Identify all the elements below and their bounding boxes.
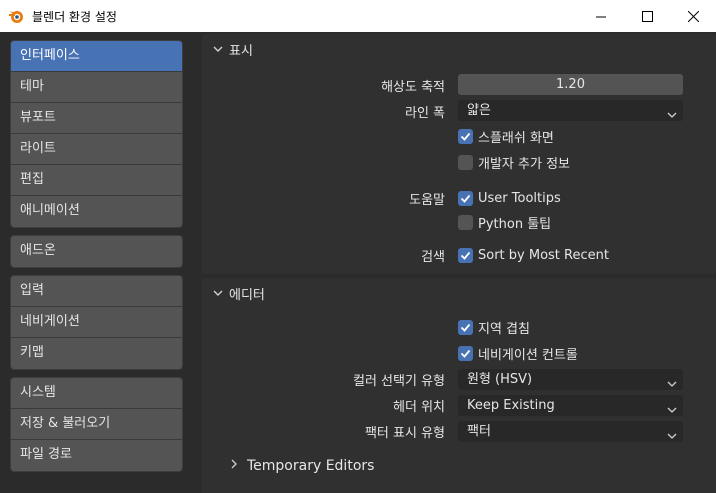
checkbox-empty-icon: [458, 214, 473, 230]
display-panel-title: 표시: [229, 44, 253, 59]
splash-screen-checkbox[interactable]: 스플래쉬 화면: [458, 127, 554, 146]
user-tooltips-checkbox[interactable]: User Tooltips: [458, 189, 561, 207]
title-bar: 블렌더 환경 설정: [0, 0, 716, 32]
sidebar-item-system[interactable]: 시스템: [11, 378, 182, 409]
color-picker-type-dropdown[interactable]: 원형 (HSV): [458, 369, 683, 390]
chevron-down-icon: [667, 375, 677, 387]
sidebar-item-file-paths[interactable]: 파일 경로: [11, 440, 182, 471]
header-position-dropdown[interactable]: Keep Existing: [458, 395, 683, 416]
navigation-controls-checkbox[interactable]: 네비게이션 컨트롤: [458, 344, 578, 363]
close-button[interactable]: [670, 0, 716, 32]
editors-panel: 에디터 지역 겹침 네비게이션 컨트롤 컬러 선택기 유형 원형 (HSV) 헤…: [202, 278, 716, 493]
factor-display-type-dropdown[interactable]: 팩터: [458, 421, 683, 442]
resolution-scale-label: 해상도 축적: [381, 80, 445, 95]
sidebar-item-lights[interactable]: 라이트: [11, 134, 182, 165]
region-overlap-label: 지역 겹침: [478, 321, 530, 337]
sidebar: 인터페이스 테마 뷰포트 라이트 편집 애니메이션 애드온 입력 네비게이션 키…: [0, 32, 200, 493]
chevron-down-icon: [667, 106, 677, 118]
chevron-right-icon: [229, 458, 239, 474]
factor-display-type-label: 팩터 표시 유형: [364, 426, 445, 441]
python-tooltips-label: Python 툴팁: [478, 216, 552, 232]
resolution-scale-field[interactable]: 1.20: [458, 74, 683, 95]
color-picker-type-label: 컬러 선택기 유형: [353, 374, 445, 389]
checkmark-icon: [458, 319, 473, 335]
sidebar-item-navigation[interactable]: 네비게이션: [11, 307, 182, 338]
sidebar-item-input[interactable]: 입력: [11, 276, 182, 307]
sort-recent-label: Sort by Most Recent: [478, 247, 609, 263]
display-panel: 표시 해상도 축적 1.20 라인 폭 얇은 스플래쉬 화면 개발자 추가 정보…: [202, 34, 716, 274]
sidebar-item-editing[interactable]: 편집: [11, 165, 182, 196]
sidebar-item-animation[interactable]: 애니메이션: [11, 196, 182, 227]
blender-logo-icon: [8, 8, 24, 24]
preferences-main: 표시 해상도 축적 1.20 라인 폭 얇은 스플래쉬 화면 개발자 추가 정보…: [200, 32, 716, 493]
checkmark-icon: [458, 128, 473, 144]
python-tooltips-checkbox[interactable]: Python 툴팁: [458, 213, 552, 232]
sidebar-item-addons[interactable]: 애드온: [11, 236, 182, 267]
display-panel-header[interactable]: 표시: [202, 34, 716, 64]
splash-screen-label: 스플래쉬 화면: [478, 130, 554, 146]
sidebar-item-interface[interactable]: 인터페이스: [11, 41, 182, 72]
region-overlap-checkbox[interactable]: 지역 겹침: [458, 318, 530, 337]
temporary-editors-label: Temporary Editors: [247, 458, 375, 474]
checkmark-icon: [458, 247, 473, 263]
search-label: 검색: [421, 250, 445, 265]
sidebar-group-input: 입력 네비게이션 키맵: [10, 275, 183, 370]
editors-panel-header[interactable]: 에디터: [202, 278, 716, 308]
window-title: 블렌더 환경 설정: [32, 10, 117, 24]
factor-display-type-value: 팩터: [467, 424, 491, 439]
checkmark-icon: [458, 345, 473, 361]
maximize-button[interactable]: [624, 0, 670, 32]
header-position-value: Keep Existing: [467, 398, 555, 413]
developer-extras-checkbox[interactable]: 개발자 추가 정보: [458, 153, 570, 172]
line-width-label: 라인 폭: [404, 106, 445, 121]
minimize-button[interactable]: [578, 0, 624, 32]
chevron-down-icon: [212, 287, 224, 299]
developer-extras-label: 개발자 추가 정보: [478, 156, 570, 172]
line-width-value: 얇은: [467, 103, 491, 118]
user-tooltips-label: User Tooltips: [478, 190, 561, 206]
sidebar-group-addons: 애드온: [10, 235, 183, 268]
temporary-editors-subpanel[interactable]: Temporary Editors: [229, 458, 374, 474]
chevron-down-icon: [212, 43, 224, 55]
chevron-down-icon: [667, 401, 677, 413]
sidebar-item-keymap[interactable]: 키맵: [11, 338, 182, 369]
checkbox-empty-icon: [458, 154, 473, 170]
header-position-label: 헤더 위치: [393, 400, 445, 415]
line-width-dropdown[interactable]: 얇은: [458, 100, 683, 121]
navigation-controls-label: 네비게이션 컨트롤: [478, 347, 578, 363]
sidebar-item-themes[interactable]: 테마: [11, 72, 182, 103]
sidebar-item-save-load[interactable]: 저장 & 불러오기: [11, 409, 182, 440]
sidebar-group-ui: 인터페이스 테마 뷰포트 라이트 편집 애니메이션: [10, 40, 183, 228]
editors-panel-title: 에디터: [229, 288, 265, 303]
sidebar-group-system: 시스템 저장 & 불러오기 파일 경로: [10, 377, 183, 472]
checkmark-icon: [458, 190, 473, 206]
sidebar-item-viewport[interactable]: 뷰포트: [11, 103, 182, 134]
help-label: 도움말: [409, 193, 445, 208]
chevron-down-icon: [667, 427, 677, 439]
color-picker-type-value: 원형 (HSV): [467, 372, 533, 387]
sort-recent-checkbox[interactable]: Sort by Most Recent: [458, 246, 609, 264]
